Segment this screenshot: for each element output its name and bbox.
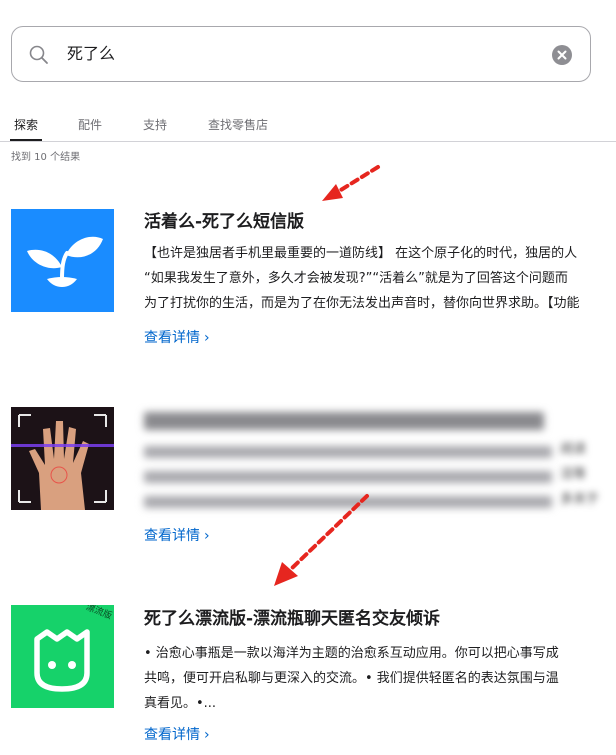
view-details-label: 查看详情 <box>144 528 200 544</box>
view-details-link-result-2[interactable]: 查看详情 › <box>144 526 210 546</box>
app-title-result-3[interactable]: 死了么漂流版-漂流瓶聊天匿名交友倾诉 <box>144 607 440 631</box>
annotation-arrow-1 <box>322 165 380 201</box>
cute-face-icon <box>34 629 90 692</box>
blurred-fragments: 阅读 活等 多关于 <box>560 437 616 512</box>
description-line: 为了打扰你的生活，而是为了在你无法发出声音时，替你向世界求助。【功能 <box>144 296 580 311</box>
description-line: 【也许是独居者手机里最重要的一道防线】 在这个原子化的时代，独居的人 <box>144 246 578 261</box>
description-line: “如果我发生了意外，多久才会被发现?”“活着么”就是为了回答这个问题而 <box>144 271 568 286</box>
tab-accessories[interactable]: 配件 <box>78 117 102 133</box>
app-title-result-1[interactable]: 活着么-死了么短信版 <box>144 210 304 234</box>
search-icon <box>29 45 48 64</box>
palm-scan-icon <box>11 407 114 510</box>
app-icon-result-1[interactable] <box>11 209 114 312</box>
app-icon-result-2[interactable] <box>11 407 114 510</box>
tab-support[interactable]: 支持 <box>143 117 167 133</box>
blurred-description-line <box>144 471 552 483</box>
app-description-result-3: • 治愈心事瓶是一款以海洋为主题的治愈系互动应用。你可以把心事写成 共鸣，便可开… <box>144 641 616 716</box>
results-count: 找到 10 个结果 <box>11 152 81 163</box>
annotation-arrow-2 <box>274 494 369 586</box>
tab-find-store[interactable]: 查找零售店 <box>208 117 268 133</box>
app-title-result-2[interactable] <box>144 412 544 430</box>
view-details-label: 查看详情 <box>144 727 200 743</box>
blurred-fragment: 阅读 <box>560 442 587 457</box>
clear-search-button[interactable] <box>552 45 572 65</box>
tab-explore[interactable]: 探索 <box>14 117 38 133</box>
blurred-fragment: 活等 <box>560 467 587 482</box>
description-line: 真看见。•... <box>144 696 217 711</box>
sprout-icon <box>27 236 103 287</box>
view-details-link-result-1[interactable]: 查看详情 › <box>144 328 210 348</box>
search-input[interactable]: 死了么 <box>67 43 115 65</box>
blurred-fragment: 多关于 <box>560 492 600 507</box>
description-line: • 治愈心事瓶是一款以海洋为主题的治愈系互动应用。你可以把心事写成 <box>144 646 559 661</box>
view-details-label: 查看详情 <box>144 330 200 346</box>
app-description-result-1: 【也许是独居者手机里最重要的一道防线】 在这个原子化的时代，独居的人 “如果我发… <box>144 241 616 316</box>
description-line: 共鸣，便可开启私聊与更深入的交流。• 我们提供轻匿名的表达氛围与温 <box>144 671 559 686</box>
app-icon-result-3[interactable]: 漂流版 <box>11 605 114 708</box>
chevron-right-icon: › <box>204 528 210 544</box>
tabs-divider <box>0 141 616 142</box>
chevron-right-icon: › <box>204 330 210 346</box>
chevron-right-icon: › <box>204 727 210 743</box>
close-icon <box>557 50 567 60</box>
view-details-link-result-3[interactable]: 查看详情 › <box>144 725 210 745</box>
search-bar[interactable]: 死了么 <box>11 26 591 82</box>
blurred-description-line <box>144 446 552 458</box>
